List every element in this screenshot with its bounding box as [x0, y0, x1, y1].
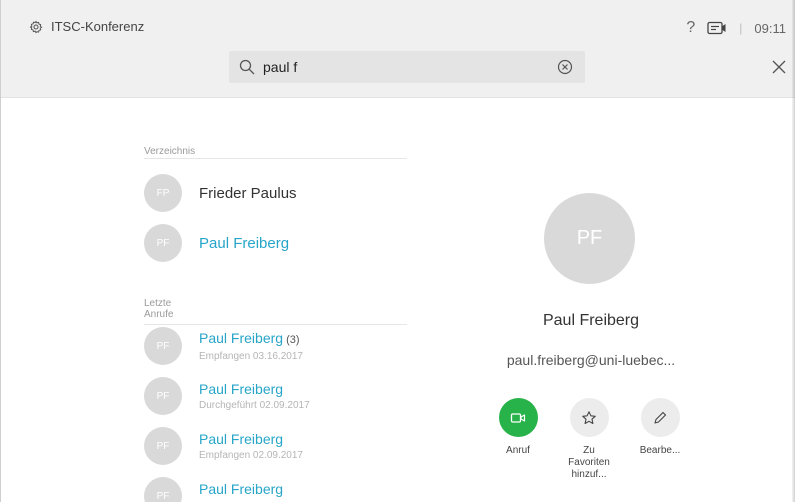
recent-call-text: Paul Freiberg Empfangen 02.09.2017 [199, 431, 303, 461]
call-info: Durchgeführt 02.09.2017 [199, 400, 310, 411]
add-favorite-button-circle[interactable] [569, 398, 609, 437]
recent-call-name: Paul Freiberg [199, 481, 283, 497]
name-part: reiberg [239, 381, 284, 397]
name-part: reiberg [239, 431, 284, 447]
avatar: PF [144, 427, 182, 465]
recent-call-text: Paul Freiberg (3) Empfangen 03.16.2017 [199, 330, 303, 362]
name-part: Paul [199, 481, 231, 497]
contact-detail-name: Paul Freiberg [542, 312, 640, 329]
call-button[interactable]: Anruf [488, 398, 548, 457]
app-title: ITSC-Konferenz [51, 19, 145, 34]
directory-section-label: Verzeichnis [144, 146, 196, 157]
call-count: (3) [283, 334, 300, 346]
avatar: PF [144, 477, 182, 502]
divider [144, 158, 407, 159]
header: ITSC-Konferenz ? | 09:11 [1, 0, 795, 98]
pencil-icon [654, 411, 667, 424]
contact-name: Frieder Paulus [199, 184, 297, 202]
recent-label-line2: Anrufe [144, 309, 174, 320]
name-part: Paul [199, 431, 231, 447]
recent-calls-section-label: Letzte Anrufe [144, 298, 173, 320]
recent-call-item[interactable]: PF Paul Freiberg Empfangen 02.09.2017 [144, 427, 303, 465]
call-button-circle[interactable] [498, 398, 538, 437]
recent-call-name: Paul Freiberg (3) [199, 330, 303, 348]
call-info: Empfangen 03.16.2017 [199, 351, 303, 362]
clear-search-icon[interactable] [557, 59, 573, 75]
recent-call-item[interactable]: PF Paul Freiberg Durchgeführt 02.09.2017 [144, 377, 310, 415]
recent-call-item[interactable]: PF Paul Freiberg (3) Empfangen 03.16.201… [144, 327, 303, 365]
edit-button-circle[interactable] [640, 398, 680, 437]
name-part: Paul [199, 330, 231, 346]
close-icon[interactable] [772, 60, 786, 74]
contact-detail-email: paul.freiberg@uni-luebec... [506, 352, 676, 368]
recent-call-name: Paul Freiberg [199, 381, 310, 397]
gear-icon [29, 20, 43, 33]
avatar: PF [144, 377, 182, 415]
recent-label-line1: Letzte [144, 298, 172, 309]
recent-call-item[interactable]: PF Paul Freiberg [144, 477, 283, 502]
add-favorite-label: Zu Favoriten hinzuf... [568, 445, 610, 480]
recent-call-text: Paul Freiberg [199, 481, 283, 497]
search-box [229, 51, 585, 83]
edit-button[interactable]: Bearbe... [630, 398, 690, 457]
directory-item-selected[interactable]: PF Paul Freiberg [144, 224, 289, 262]
divider [144, 324, 407, 325]
video-camera-icon [510, 412, 526, 423]
avatar: PF [144, 224, 182, 262]
add-favorite-button[interactable]: Zu Favoriten hinzuf... [559, 398, 619, 481]
directory-item[interactable]: FP Frieder Paulus [144, 174, 297, 212]
call-label: Anruf [506, 445, 530, 456]
avatar: FP [144, 174, 182, 212]
name-part: reiberg [239, 330, 284, 346]
avatar: PF [144, 327, 182, 365]
app-window: ITSC-Konferenz ? | 09:11 Verzeichnis FP … [0, 0, 795, 502]
name-part: Paul [199, 381, 231, 397]
name-part: reiberg [239, 481, 284, 497]
help-button[interactable]: ? [686, 19, 695, 37]
call-info: Empfangen 02.09.2017 [199, 450, 303, 461]
clock: 09:11 [754, 20, 786, 36]
contact-avatar-large: PF [544, 193, 635, 284]
star-icon [582, 410, 596, 424]
edit-label: Bearbe... [639, 445, 681, 456]
status-area: ? | 09:11 [686, 19, 786, 37]
contact-name: Paul Freiberg [199, 234, 290, 252]
recent-call-text: Paul Freiberg Durchgeführt 02.09.2017 [199, 381, 310, 411]
recent-call-name: Paul Freiberg [199, 431, 303, 447]
search-input[interactable] [263, 59, 543, 75]
device-selfview-icon[interactable] [707, 21, 727, 35]
search-icon [239, 59, 255, 75]
settings-button[interactable]: ITSC-Konferenz [29, 19, 144, 34]
separator: | [739, 21, 743, 35]
